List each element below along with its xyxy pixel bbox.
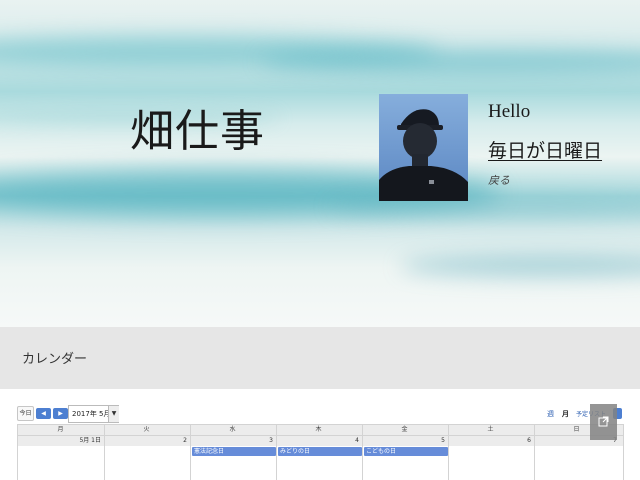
weekday-header-row: 月 火 水 木 金 土 日 [18, 425, 623, 435]
day-number[interactable]: 5 [362, 436, 447, 446]
column-divider [190, 425, 191, 480]
chevron-left-icon: ◀ [41, 410, 46, 417]
column-divider [534, 425, 535, 480]
calendar-section-header: カレンダー [0, 327, 640, 389]
month-dropdown-button[interactable]: ▼ [108, 406, 119, 422]
tab-week[interactable]: 週 [547, 409, 554, 419]
tab-month[interactable]: 月 [562, 409, 569, 419]
column-divider [276, 425, 277, 480]
weekday-header: 金 [401, 426, 408, 433]
profile-photo [379, 94, 468, 201]
back-link[interactable]: 戻る [488, 172, 510, 188]
weekday-header: 木 [315, 426, 322, 433]
blog-title-link[interactable]: 毎日が日曜日 [488, 136, 602, 163]
day-number[interactable]: 2 [104, 436, 189, 446]
day-number[interactable]: 6 [448, 436, 533, 446]
next-month-button[interactable]: ▶ [53, 408, 68, 419]
column-divider [104, 425, 105, 480]
column-divider [362, 425, 363, 480]
prev-month-button[interactable]: ◀ [36, 408, 51, 419]
calendar-event[interactable]: 憲法記念日 [192, 447, 276, 456]
day-number[interactable]: 4 [276, 436, 361, 446]
weekday-header: 火 [143, 426, 150, 433]
weekday-header: 水 [229, 426, 236, 433]
background-streak [260, 48, 640, 74]
chevron-down-icon: ▼ [111, 410, 117, 417]
chevron-right-icon: ▶ [58, 410, 63, 417]
calendar-widget: 今日 ◀ ▶ 2017年 5月 ▼ 週 月 予定リスト 月 火 水 木 金 土 … [17, 404, 624, 480]
weekday-header: 月 [57, 426, 64, 433]
date-row: 5月 1日 2 3 4 5 6 7 [18, 435, 623, 446]
site-title: 畑仕事 [130, 106, 265, 157]
hero-banner: 畑仕事 Hello 毎日が日曜日 戻る [0, 0, 640, 327]
calendar-event[interactable]: こどもの日 [364, 447, 448, 456]
calendar-event[interactable]: みどりの日 [278, 447, 362, 456]
section-title: カレンダー [22, 352, 88, 367]
day-number[interactable]: 5月 1日 [18, 436, 103, 446]
background-streak [400, 255, 640, 277]
calendar-toolbar: 今日 ◀ ▶ 2017年 5月 ▼ 週 月 予定リスト [17, 404, 624, 424]
weekday-header: 土 [487, 426, 494, 433]
column-divider [448, 425, 449, 480]
background-streak [330, 196, 640, 218]
today-button[interactable]: 今日 [17, 406, 34, 421]
greeting-text: Hello [488, 101, 531, 122]
external-link-icon[interactable] [590, 404, 617, 440]
day-number[interactable]: 3 [190, 436, 275, 446]
calendar-grid: 月 火 水 木 金 土 日 5月 1日 2 3 4 5 6 7 憲法記念日 みど… [17, 424, 624, 480]
